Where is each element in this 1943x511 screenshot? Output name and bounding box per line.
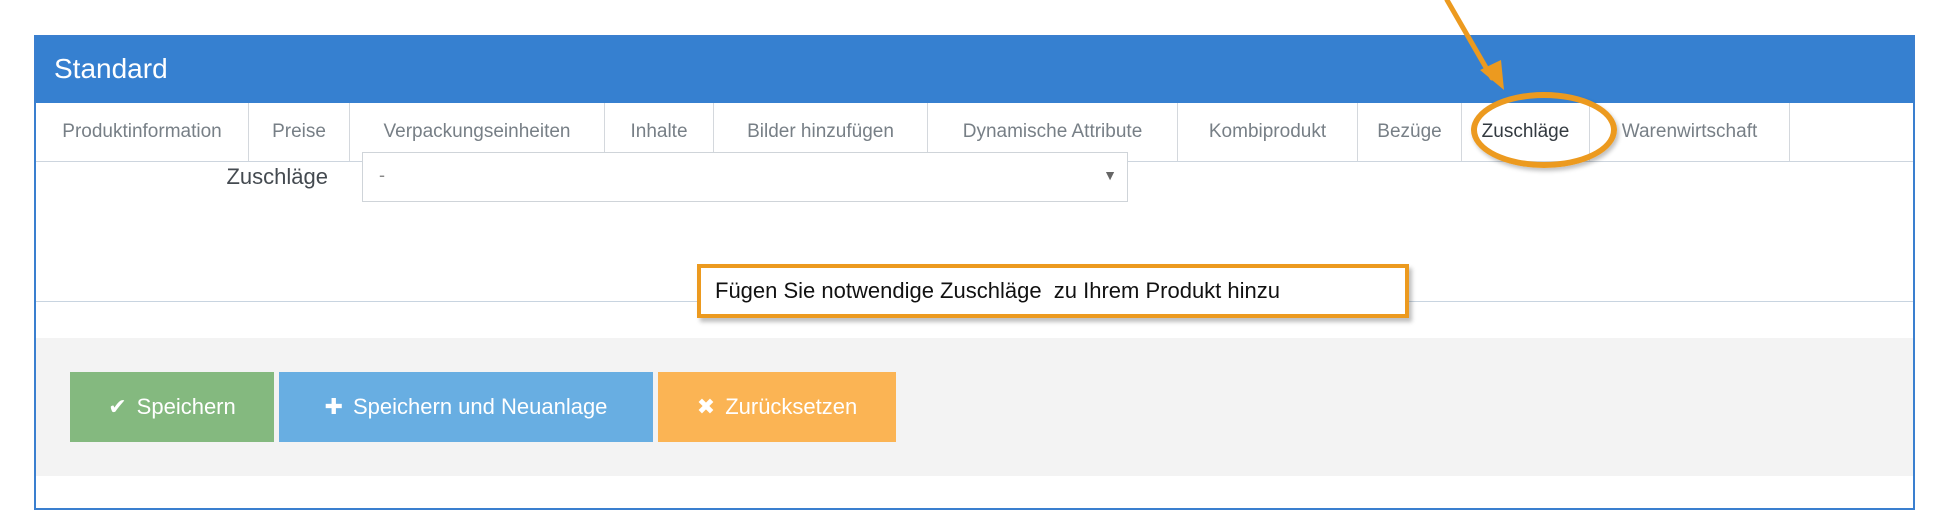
save-button-label: Speichern: [136, 394, 236, 419]
tab-produktinformation[interactable]: Produktinformation: [36, 103, 249, 161]
tab-warenwirtschaft[interactable]: Warenwirtschaft: [1590, 103, 1790, 161]
tab-preise[interactable]: Preise: [249, 103, 350, 161]
save-and-new-button[interactable]: ✚ Speichern und Neuanlage: [279, 372, 653, 442]
reset-button[interactable]: ✖ Zurücksetzen: [658, 372, 896, 442]
reset-button-label: Zurücksetzen: [725, 394, 858, 419]
panel-title: Standard: [54, 53, 168, 84]
save-button[interactable]: ✔ Speichern: [70, 372, 274, 442]
annotation-callout: Fügen Sie notwendige Zuschläge zu Ihrem …: [697, 264, 1409, 318]
dropdown-arrow-icon: ▼: [1103, 167, 1117, 183]
surcharge-select-value: -: [379, 165, 385, 185]
annotation-arrow-icon: [1444, 0, 1504, 90]
save-and-new-button-label: Speichern und Neuanlage: [353, 394, 608, 419]
plus-icon: ✚: [324, 394, 343, 419]
x-icon: ✖: [696, 394, 716, 419]
annotation-highlight-circle: [1471, 92, 1617, 168]
tab-kombiprodukt[interactable]: Kombiprodukt: [1178, 103, 1358, 161]
surcharge-label: Zuschläge: [226, 164, 328, 189]
check-icon: ✔: [108, 394, 127, 419]
tab-bezuege[interactable]: Bezüge: [1358, 103, 1462, 161]
panel-header: Standard: [36, 37, 1913, 103]
surcharge-select[interactable]: - ▼: [362, 152, 1128, 202]
